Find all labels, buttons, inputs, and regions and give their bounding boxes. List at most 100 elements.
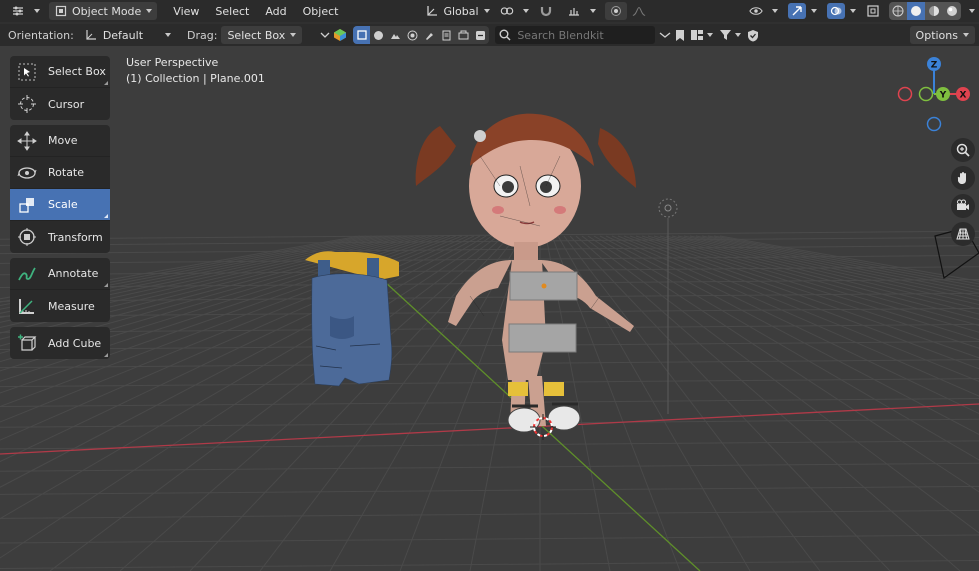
visibility-dropdown[interactable] bbox=[744, 2, 783, 20]
annotate-icon bbox=[16, 263, 38, 285]
chevron-down-icon bbox=[146, 9, 153, 13]
transform-orientation-dropdown[interactable]: Global bbox=[420, 2, 494, 20]
scene-asset-icon[interactable] bbox=[387, 26, 404, 44]
tool-label: Transform bbox=[48, 230, 103, 244]
xray-toggle[interactable] bbox=[861, 2, 889, 20]
gizmo-neg-z-axis[interactable] bbox=[926, 116, 942, 132]
tool-rotate[interactable]: Rotate bbox=[10, 157, 110, 189]
move-icon bbox=[16, 130, 38, 152]
shading-mode-group bbox=[889, 2, 961, 20]
tool-label: Measure bbox=[48, 299, 95, 313]
object-mode-icon bbox=[54, 4, 68, 18]
chevron-down-icon bbox=[811, 9, 817, 13]
menu-add[interactable]: Add bbox=[257, 2, 294, 20]
shield-icon[interactable] bbox=[747, 29, 759, 42]
perspective-toggle-button[interactable] bbox=[951, 222, 975, 246]
tool-options-corner bbox=[104, 81, 108, 85]
material-shading-icon[interactable] bbox=[925, 2, 943, 20]
chevron-down-icon bbox=[772, 9, 778, 13]
orientation-dropdown[interactable]: Default bbox=[78, 26, 177, 44]
options-dropdown[interactable]: Options bbox=[909, 26, 975, 44]
menu-view[interactable]: View bbox=[165, 2, 207, 20]
search-placeholder: Search Blendkit bbox=[517, 28, 604, 42]
snap-increment-icon bbox=[567, 4, 581, 18]
header-menus: View Select Add Object bbox=[165, 2, 346, 20]
blendkit-logo-icon[interactable] bbox=[333, 28, 347, 42]
chevron-down-icon bbox=[290, 33, 297, 37]
filter-icon[interactable] bbox=[719, 29, 732, 41]
blendkit-search-input[interactable]: Search Blendkit bbox=[495, 26, 656, 44]
falloff-dropdown[interactable] bbox=[627, 2, 655, 20]
search-icon bbox=[499, 29, 513, 41]
snap-toggle[interactable] bbox=[534, 2, 562, 20]
addon-asset-icon[interactable] bbox=[455, 26, 472, 44]
menu-object[interactable]: Object bbox=[295, 2, 347, 20]
snap-target-dropdown[interactable] bbox=[562, 2, 601, 20]
pan-button[interactable] bbox=[951, 166, 975, 190]
transform-icon bbox=[16, 226, 38, 248]
camera-view-icon bbox=[956, 199, 970, 213]
search-dropdown-icon[interactable] bbox=[659, 30, 671, 40]
tool-options-corner bbox=[104, 214, 108, 218]
orientation-axes-icon bbox=[84, 28, 98, 42]
tool-label: Cursor bbox=[48, 97, 85, 111]
navigation-gizmo[interactable]: Z X Y bbox=[889, 54, 979, 134]
tool-options-corner bbox=[104, 283, 108, 287]
pivot-link-icon bbox=[500, 4, 514, 18]
nodegroup-asset-icon[interactable] bbox=[472, 26, 489, 44]
chevron-down-icon bbox=[522, 9, 529, 13]
pivot-point-dropdown[interactable] bbox=[495, 2, 534, 20]
gizmo-toggle[interactable] bbox=[783, 2, 822, 20]
chevron-down-icon bbox=[165, 33, 172, 37]
cursor-icon bbox=[16, 93, 38, 115]
mode-dropdown[interactable]: Object Mode bbox=[49, 2, 158, 20]
chevron-down-icon[interactable] bbox=[320, 31, 330, 39]
rendered-shading-icon[interactable] bbox=[943, 2, 961, 20]
asset-bar-icon[interactable] bbox=[690, 29, 704, 41]
gizmo-y-label: Y bbox=[939, 91, 947, 101]
menu-select[interactable]: Select bbox=[207, 2, 257, 20]
light-icon[interactable] bbox=[658, 198, 678, 414]
blendkit-asset-type-group bbox=[353, 26, 490, 44]
tool-annotate[interactable]: Annotate bbox=[10, 258, 110, 290]
zoom-button[interactable] bbox=[951, 138, 975, 162]
orientation-value: Default bbox=[102, 28, 144, 42]
printable-asset-icon[interactable] bbox=[438, 26, 455, 44]
overlays-toggle[interactable] bbox=[822, 2, 861, 20]
material-asset-icon[interactable] bbox=[370, 26, 387, 44]
tool-add-cube[interactable]: Add Cube bbox=[10, 327, 110, 359]
solid-shading-icon[interactable] bbox=[907, 2, 925, 20]
select-box-icon bbox=[16, 61, 38, 83]
view-name: User Perspective bbox=[126, 56, 219, 69]
eye-icon bbox=[749, 4, 763, 18]
gizmo-neg-y-axis[interactable] bbox=[918, 86, 934, 102]
overlays-icon bbox=[827, 3, 845, 19]
chevron-down-icon[interactable] bbox=[735, 33, 742, 37]
tool-move[interactable]: Move bbox=[10, 125, 110, 157]
hdr-asset-icon[interactable] bbox=[404, 26, 421, 44]
wireframe-shading-icon[interactable] bbox=[889, 2, 907, 20]
tool-scale[interactable]: Scale bbox=[10, 189, 110, 221]
bookmark-icon[interactable] bbox=[675, 29, 685, 42]
model-asset-icon[interactable] bbox=[353, 26, 371, 44]
drag-dropdown[interactable]: Select Box bbox=[221, 26, 303, 44]
editor-type-button[interactable] bbox=[6, 2, 45, 20]
shading-options-dropdown[interactable] bbox=[965, 2, 979, 20]
gizmo-neg-x-axis[interactable] bbox=[897, 86, 913, 102]
3d-viewport[interactable]: User Perspective (1) Collection | Plane.… bbox=[0, 46, 979, 571]
brush-asset-icon[interactable] bbox=[421, 26, 438, 44]
tool-select-box[interactable]: Select Box bbox=[10, 56, 110, 88]
tool-label: Add Cube bbox=[48, 336, 102, 350]
tool-transform[interactable]: Transform bbox=[10, 221, 110, 253]
chevron-down-icon bbox=[34, 9, 40, 13]
plane-object-lower[interactable] bbox=[508, 323, 577, 353]
proportional-editing-toggle[interactable] bbox=[604, 2, 627, 20]
falloff-curve-icon bbox=[632, 4, 646, 18]
hand-icon bbox=[956, 171, 970, 185]
tool-label: Annotate bbox=[48, 267, 99, 280]
tool-cursor[interactable]: Cursor bbox=[10, 88, 110, 120]
camera-view-button[interactable] bbox=[951, 194, 975, 218]
tool-measure[interactable]: Measure bbox=[10, 290, 110, 322]
chevron-down-icon[interactable] bbox=[707, 33, 714, 37]
overalls-object[interactable] bbox=[305, 251, 399, 387]
